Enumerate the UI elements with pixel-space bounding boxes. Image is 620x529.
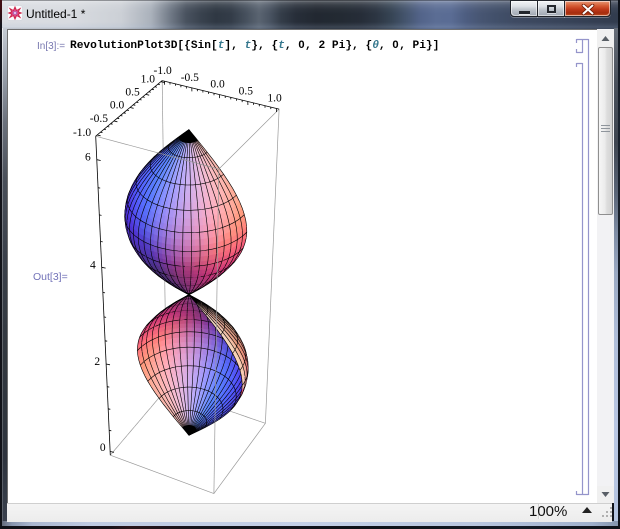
svg-text:-0.5: -0.5 [181,72,199,84]
svg-text:0.5: 0.5 [239,86,254,98]
svg-text:0: 0 [100,442,106,454]
svg-text:-1.0: -1.0 [73,127,91,139]
svg-text:1.0: 1.0 [267,93,282,105]
svg-text:4: 4 [90,259,96,271]
svg-text:-1.0: -1.0 [153,65,171,77]
svg-text:-0.5: -0.5 [90,113,108,125]
svg-text:2: 2 [94,356,100,368]
svg-text:1.0: 1.0 [141,74,156,86]
svg-text:6: 6 [85,152,91,164]
svg-text:0.5: 0.5 [125,86,140,98]
svg-text:0.0: 0.0 [210,79,225,91]
svg-text:0.0: 0.0 [110,100,125,112]
